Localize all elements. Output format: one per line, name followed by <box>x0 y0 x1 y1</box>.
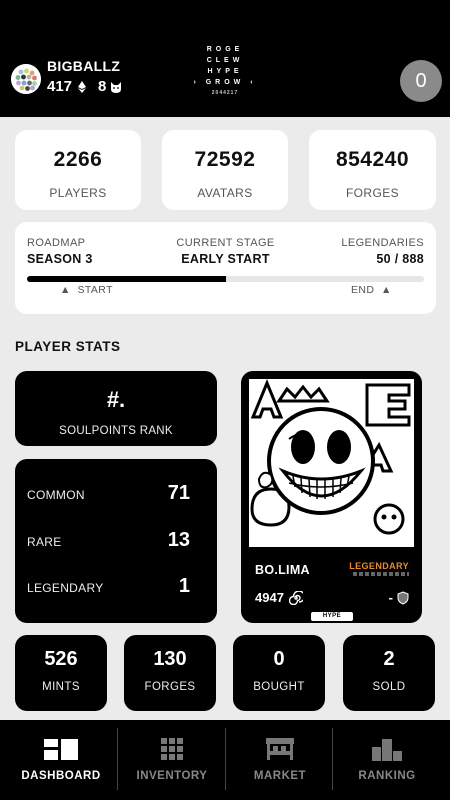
legendaries-title: LEGENDARIES <box>341 237 424 249</box>
nav-ranking[interactable]: RANKING <box>331 720 443 800</box>
avatar-artwork <box>249 379 414 547</box>
nav-label: MARKET <box>253 770 307 782</box>
sold-card: 2 SOLD <box>343 635 435 711</box>
avatar[interactable] <box>11 64 41 94</box>
legendaries-section: LEGENDARIES 50 / 888 <box>341 237 424 266</box>
logo-subtitle: 2044217 <box>211 90 239 96</box>
mints-label: MINTS <box>42 681 80 693</box>
forges-card: 130 FORGES <box>124 635 216 711</box>
stat-card-players: 2266 PLAYERS <box>15 130 141 210</box>
stat-label: AVATARS <box>197 186 253 200</box>
roadmap-card: ROADMAP SEASON 3 CURRENT STAGE EARLY STA… <box>15 222 436 314</box>
sold-label: SOLD <box>372 681 406 693</box>
rank-value: #. <box>106 387 126 412</box>
logo-line: HYPE <box>207 68 243 75</box>
soulpoints-rank-card[interactable]: #. SOULPOINTS RANK <box>15 371 217 446</box>
avatar-rarity: LEGENDARY <box>349 561 409 571</box>
forges-label: FORGES <box>144 681 196 693</box>
legendaries-value: 50 / 888 <box>376 252 424 266</box>
featured-avatar-card[interactable]: BO.LIMA LEGENDARY 4947 - HYPE <box>241 371 422 623</box>
podium-icon <box>372 739 402 761</box>
mints-card: 526 MINTS <box>15 635 107 711</box>
mints-value: 526 <box>44 648 78 670</box>
nav-dashboard[interactable]: DASHBOARD <box>5 720 117 800</box>
rarity-meter <box>353 572 409 576</box>
grid-icon <box>161 738 183 760</box>
stat-value: 854240 <box>335 148 410 171</box>
bottom-navigation: DASHBOARD INVENTORY MARKET RANKING <box>0 720 450 800</box>
rarity-label: RARE <box>27 535 62 549</box>
rank-label: SOULPOINTS RANK <box>59 425 173 437</box>
logo-line: › GROW ‹ <box>193 79 257 86</box>
username: BIGBALLZ <box>47 58 121 74</box>
rarity-label: LEGENDARY <box>27 581 104 595</box>
notification-badge[interactable]: 0 <box>400 60 442 102</box>
sold-value: 2 <box>383 648 395 670</box>
nav-inventory[interactable]: INVENTORY <box>116 720 228 800</box>
stat-label: PLAYERS <box>49 186 107 200</box>
progress-fill <box>27 276 226 282</box>
avatar-name: BO.LIMA <box>255 563 310 577</box>
ethereum-icon <box>78 80 87 93</box>
rarity-label: COMMON <box>27 488 85 502</box>
start-marker: ▲ START <box>60 284 113 296</box>
market-icon <box>266 738 294 760</box>
level-value: - <box>388 590 393 605</box>
rarity-count: 71 <box>167 482 190 504</box>
bought-card: 0 BOUGHT <box>233 635 325 711</box>
stat-value: 2266 <box>53 148 103 171</box>
shield-icon <box>397 590 409 605</box>
bought-value: 0 <box>273 648 285 670</box>
avatar-level: - <box>389 590 409 605</box>
logo-line: ROGE <box>206 46 244 53</box>
brand-logo[interactable]: ROGE CLEW HYPE › GROW ‹ 2044217 <box>180 44 270 98</box>
spiral-icon <box>288 590 303 605</box>
stat-card-forges: 854240 FORGES <box>309 130 436 210</box>
hype-tag: HYPE <box>311 612 353 621</box>
cat-icon <box>111 81 122 93</box>
nav-market[interactable]: MARKET <box>224 720 336 800</box>
rarity-count: 13 <box>167 529 190 551</box>
bought-label: BOUGHT <box>253 681 305 693</box>
roadmap-progress-bar <box>27 276 424 282</box>
dashboard-icon <box>44 739 78 760</box>
cat-balance: 8 <box>98 78 107 95</box>
score-value: 4947 <box>255 590 284 605</box>
nav-label: RANKING <box>358 770 416 782</box>
forges-value: 130 <box>153 648 187 670</box>
top-bar: BIGBALLZ 417 8 ROGE CLEW HYPE › GROW ‹ 2… <box>0 0 450 117</box>
rarity-breakdown-card: COMMON 71 RARE 13 LEGENDARY 1 <box>15 459 217 623</box>
end-marker: END ▲ <box>351 284 392 296</box>
stat-value: 72592 <box>194 148 256 171</box>
rarity-count: 1 <box>178 575 190 597</box>
avatar-score: 4947 <box>255 590 303 605</box>
avatar-dots-icon <box>11 64 41 94</box>
logo-line: CLEW <box>206 57 244 64</box>
nav-label: INVENTORY <box>136 770 208 782</box>
balances: 417 8 <box>47 78 123 95</box>
player-stats-title: PLAYER STATS <box>15 339 121 354</box>
stat-label: FORGES <box>345 186 400 200</box>
nav-label: DASHBOARD <box>21 770 101 782</box>
stat-card-avatars: 72592 AVATARS <box>162 130 288 210</box>
token-balance: 417 <box>47 78 73 95</box>
